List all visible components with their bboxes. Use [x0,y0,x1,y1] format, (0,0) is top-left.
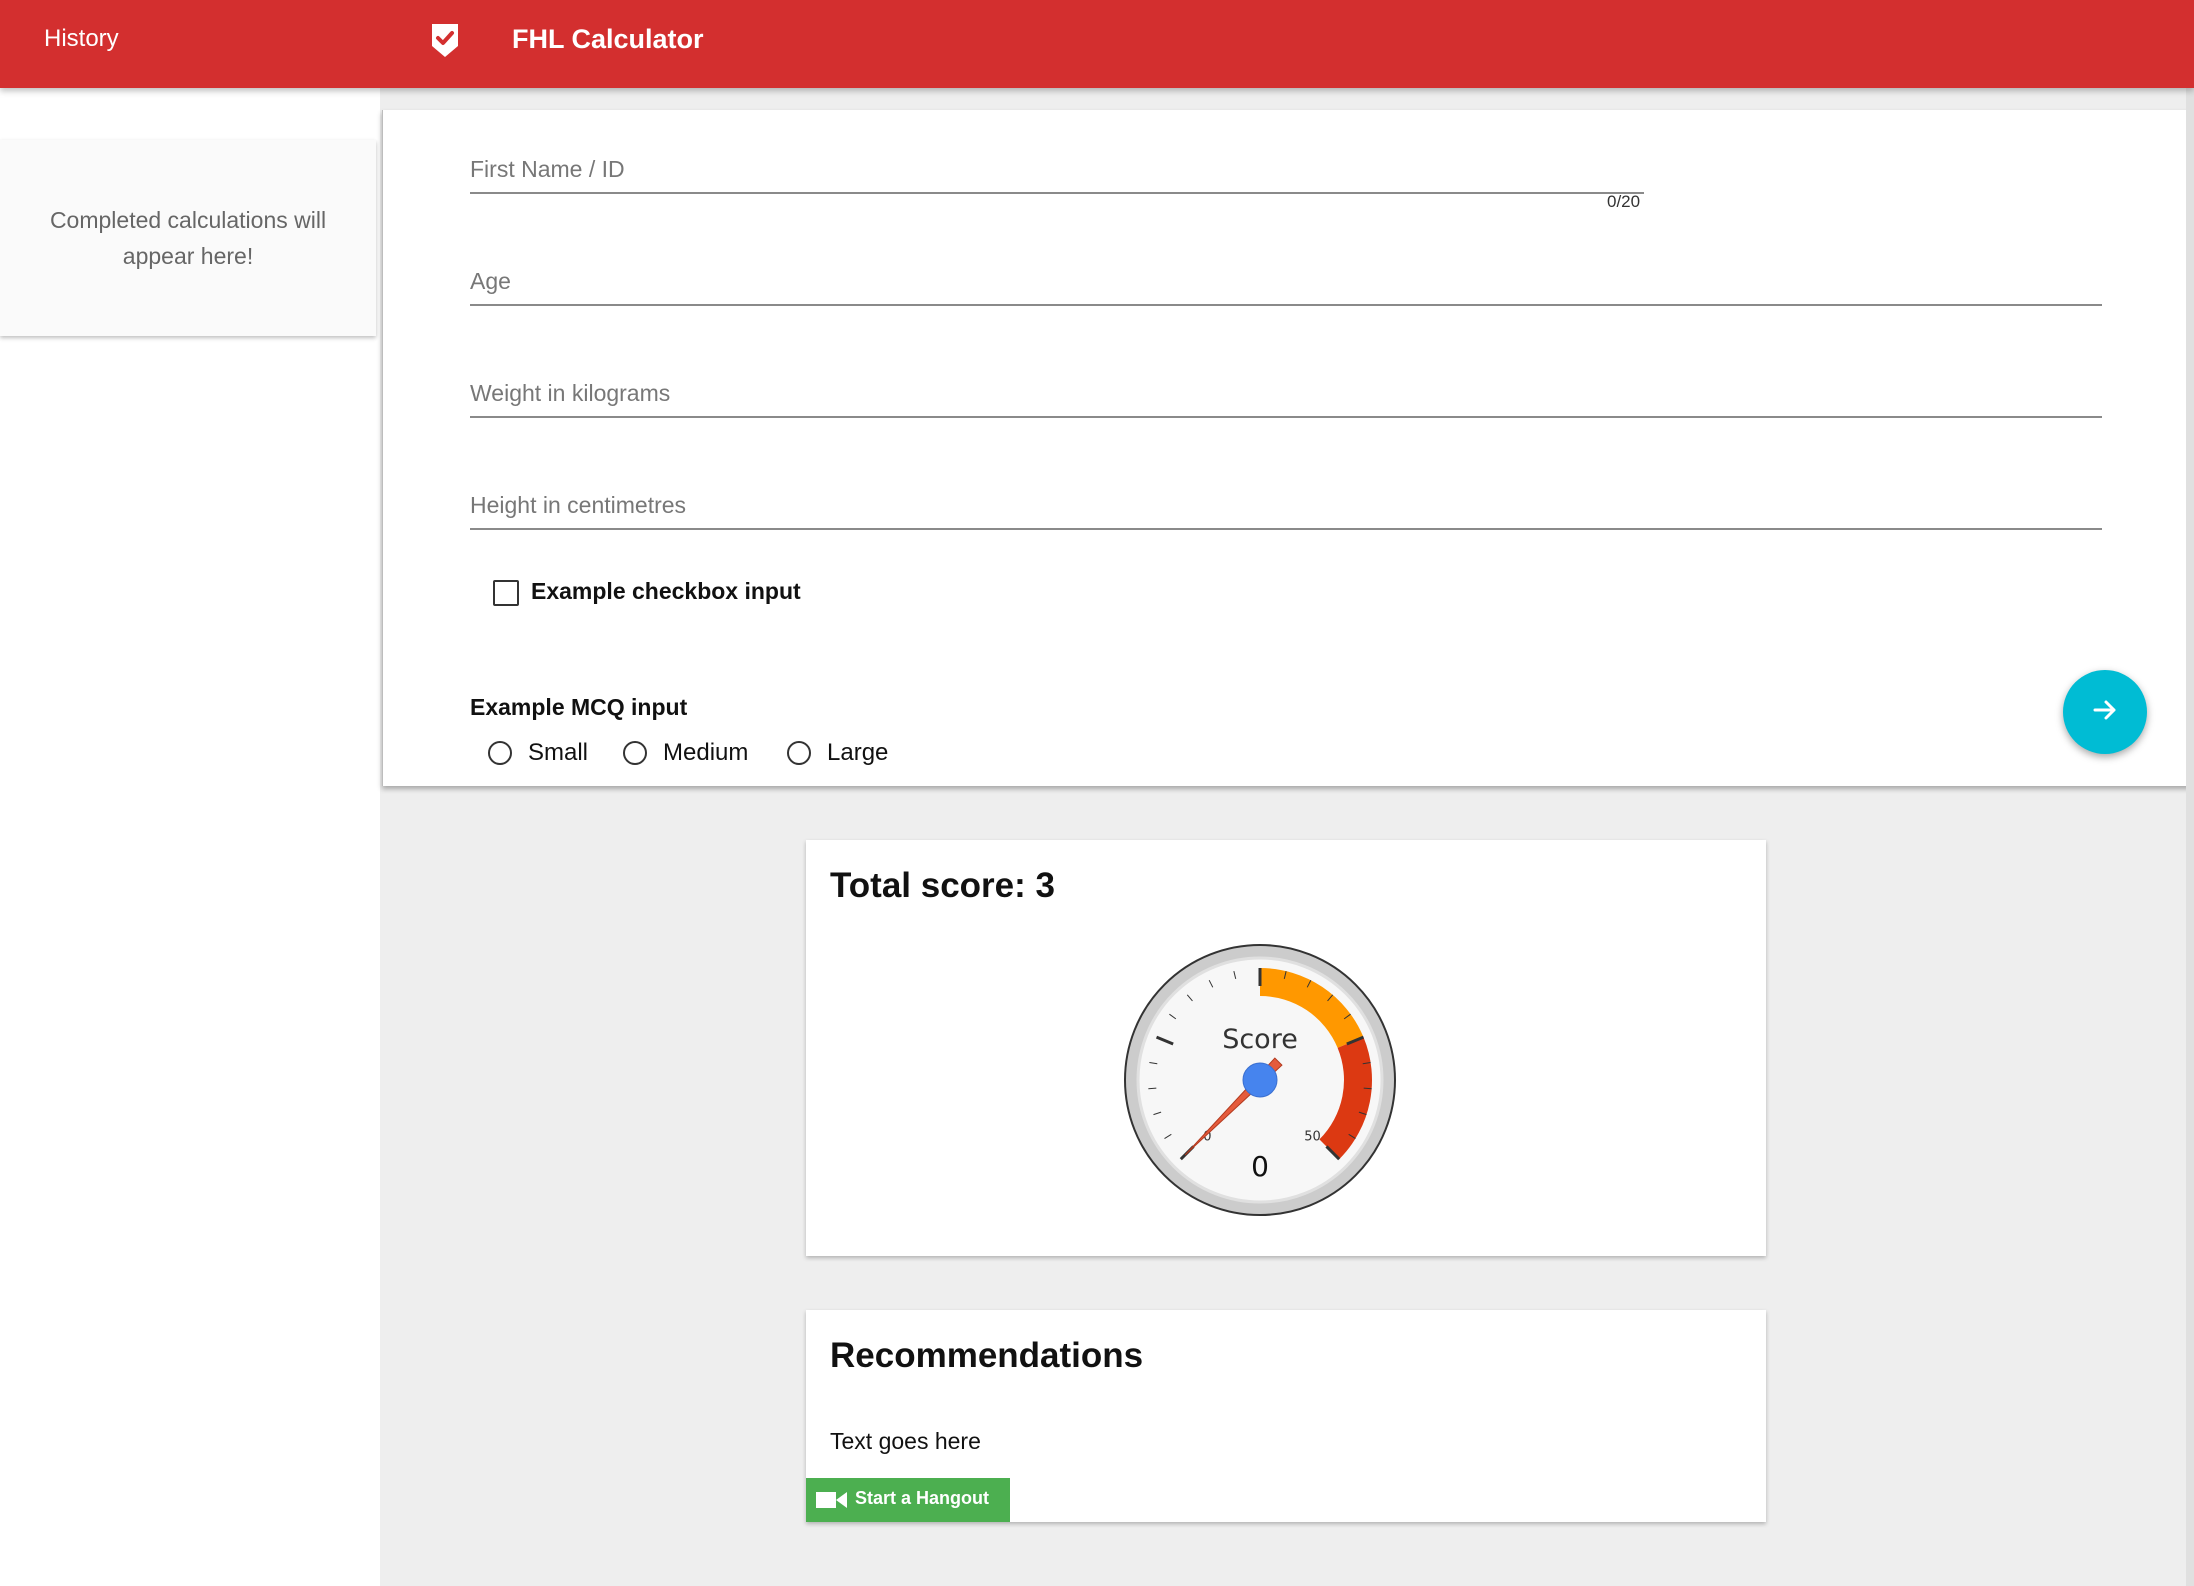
gauge-hub [1242,1062,1278,1098]
history-empty-card: Completed calculations will appear here! [0,140,376,336]
recommendations-title: Recommendations [830,1336,1144,1375]
scrollbar[interactable] [2186,88,2194,1586]
weight-field[interactable]: Weight in kilograms [470,376,2102,418]
video-camera-icon [816,1490,848,1515]
app-title: FHL Calculator [512,24,704,54]
age-field[interactable]: Age [470,264,2102,306]
start-hangout-button[interactable]: Start a Hangout [806,1478,1010,1522]
history-empty-message: Completed calculations will appear here! [49,207,327,269]
score-card: Total score: 3 Score 0 50 0 [806,840,1766,1256]
first-name-field[interactable]: First Name / ID [470,152,1644,194]
submit-button[interactable] [2063,670,2147,754]
height-label: Height in centimetres [470,492,687,518]
score-gauge: Score 0 50 0 [1124,944,1396,1221]
calculator-form: First Name / ID 0/20 Age Weight in kilog… [382,110,2191,786]
example-checkbox[interactable] [493,580,519,606]
radio-label[interactable]: Large [827,739,888,767]
app-bar: History FHL Calculator [0,0,2194,88]
gauge-tick [1363,1087,1372,1090]
gauge-value: 0 [1251,1150,1269,1183]
radio-button[interactable] [488,741,512,765]
total-score-title: Total score: 3 [830,866,1055,905]
radio-label[interactable]: Medium [663,739,748,767]
first-name-label: First Name / ID [470,156,625,182]
mcq-title: Example MCQ input [470,694,688,720]
first-name-counter: 0/20 [1607,192,1641,211]
height-field[interactable]: Height in centimetres [470,488,2102,530]
gauge-max-label: 50 [1304,1130,1321,1145]
recommendations-card: Recommendations Text goes here Start a H… [806,1310,1766,1522]
example-checkbox-label[interactable]: Example checkbox input [531,578,801,605]
start-hangout-label: Start a Hangout [855,1488,990,1508]
radio-button[interactable] [787,741,811,765]
gauge-label: Score [1222,1024,1298,1055]
arrow-right-icon [2090,695,2120,730]
radio-button[interactable] [623,741,647,765]
weight-label: Weight in kilograms [470,380,671,406]
history-sidebar: Completed calculations will appear here! [0,88,380,1586]
history-title: History [44,25,119,52]
shield-check-icon [430,22,460,60]
gauge-tick [1148,1087,1157,1090]
age-label: Age [470,268,511,294]
recommendations-text: Text goes here [830,1428,981,1454]
radio-label[interactable]: Small [528,739,588,767]
